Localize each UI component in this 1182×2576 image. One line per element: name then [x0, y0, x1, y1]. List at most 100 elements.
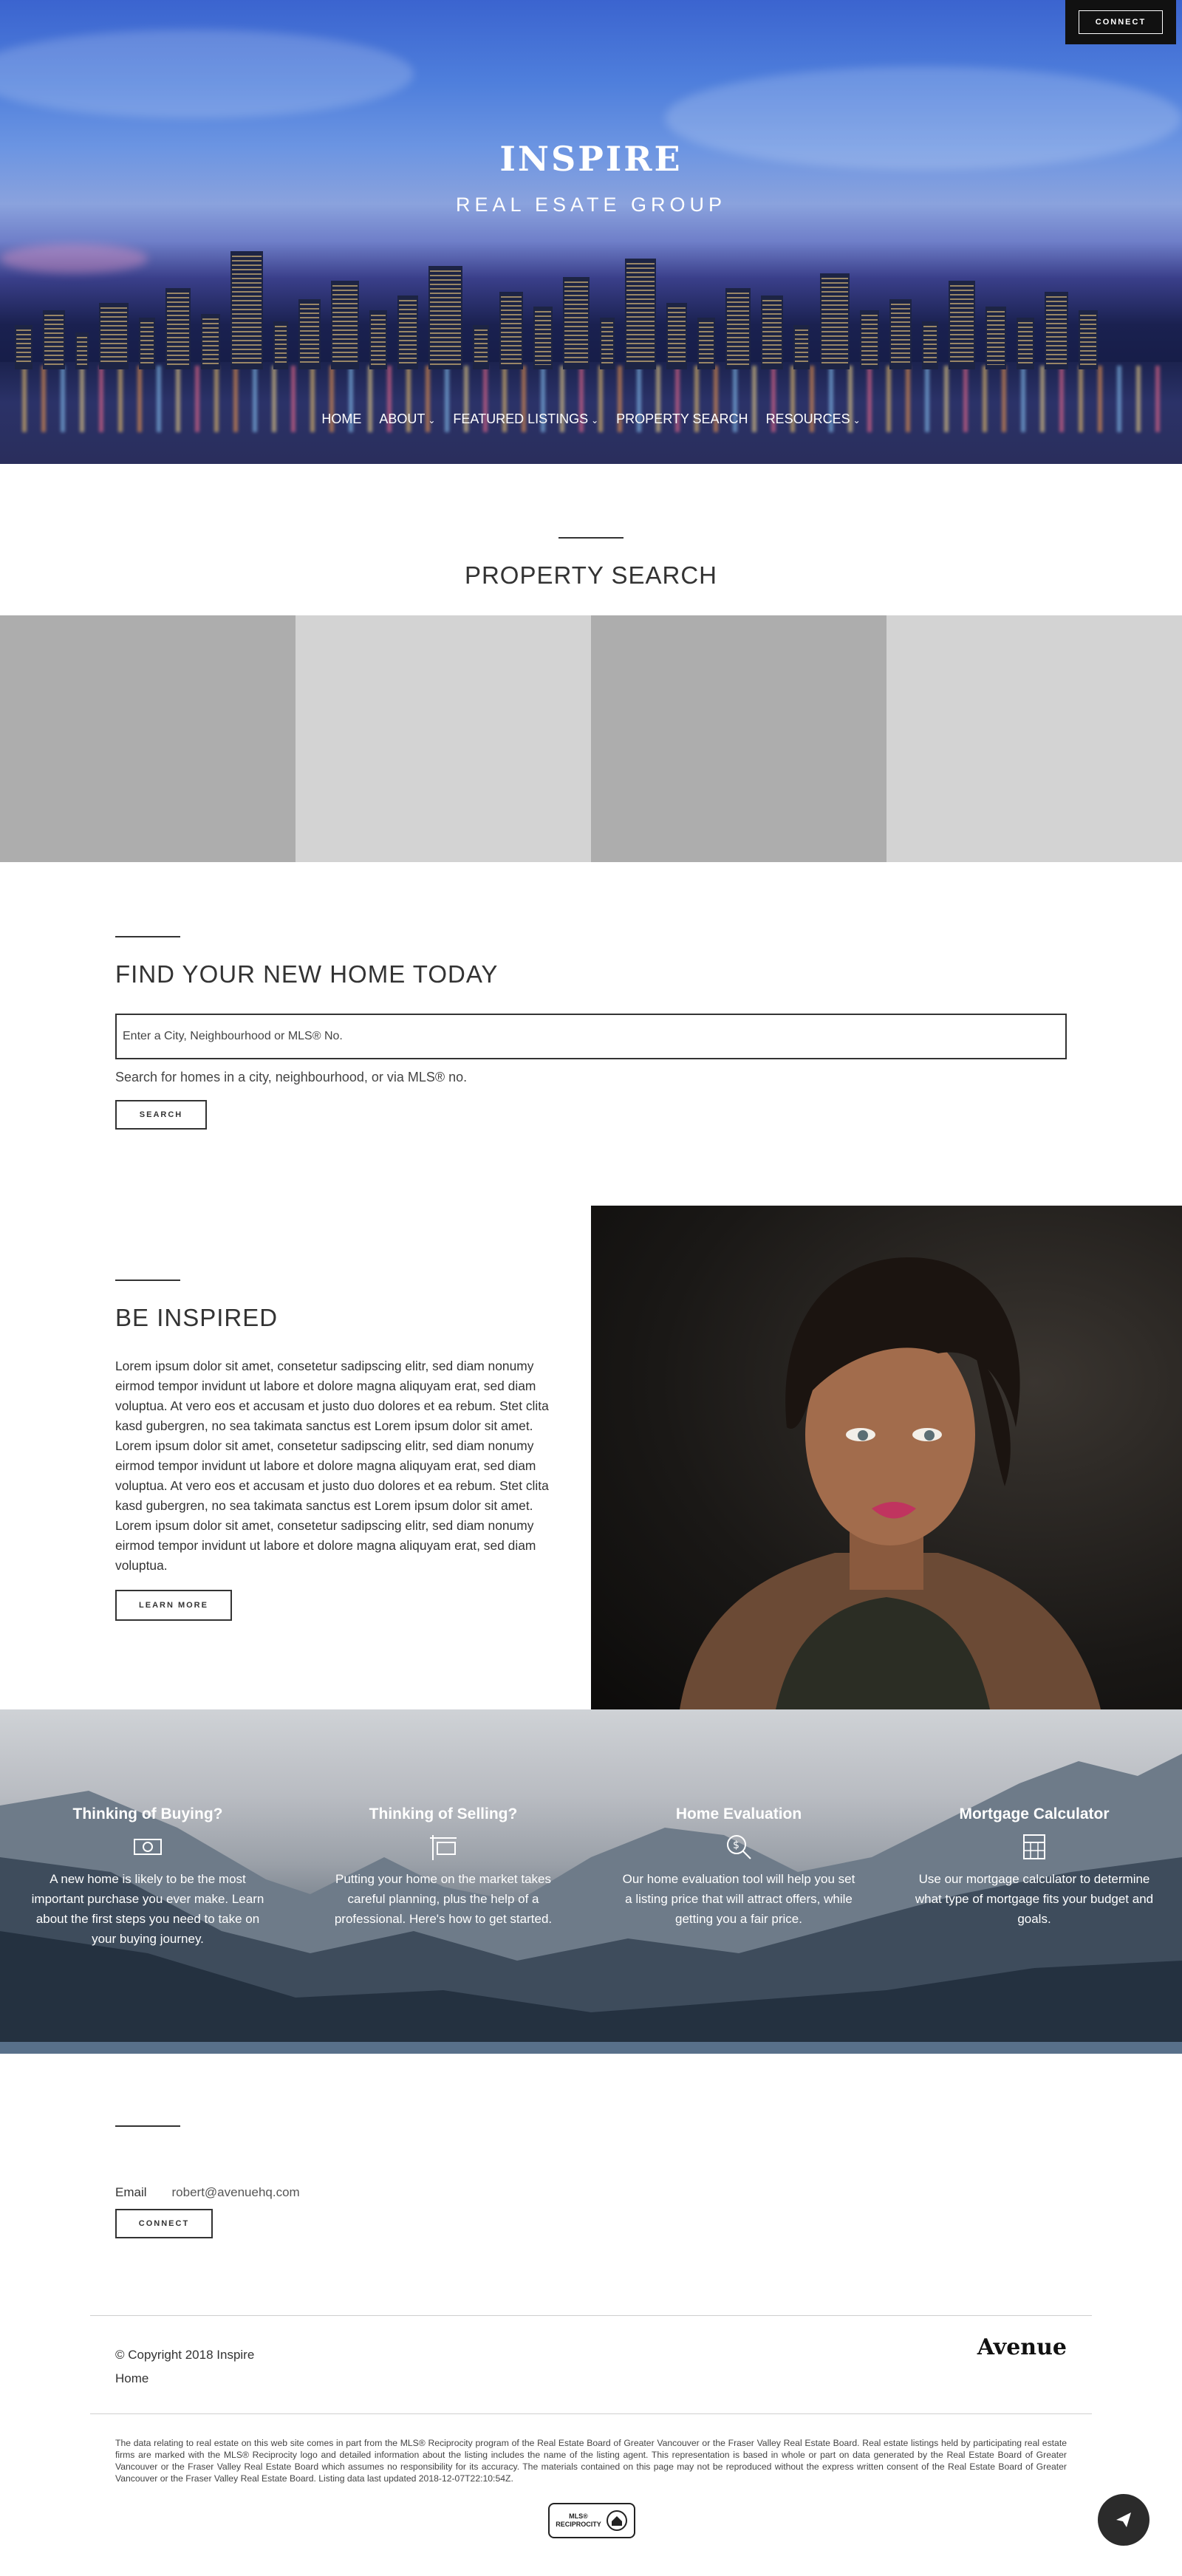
building-windows: [668, 307, 686, 365]
search-hint: Search for homes in a city, neighbourhoo…: [115, 1070, 468, 1084]
nav-label: FEATURED LISTINGS: [453, 411, 589, 426]
footer-left: © Copyright 2018 Inspire Home: [115, 2343, 254, 2391]
send-message-button[interactable]: [1098, 2494, 1149, 2546]
building: [273, 321, 288, 369]
building-windows: [77, 337, 87, 365]
service-description: Putting your home on the market takes ca…: [334, 1872, 553, 1926]
building: [860, 310, 879, 369]
building-windows: [762, 300, 782, 365]
service-selling[interactable]: Thinking of Selling? Putting your home o…: [296, 1805, 591, 1929]
building: [230, 251, 263, 369]
building-windows: [950, 285, 974, 365]
nav-item-about[interactable]: ABOUT ⌄: [379, 411, 435, 427]
service-title: Thinking of Buying?: [72, 1805, 223, 1822]
site-title: INSPIRE: [499, 139, 683, 179]
building: [1045, 292, 1068, 369]
building-windows: [44, 315, 64, 365]
building-windows: [300, 304, 319, 365]
property-tiles: [0, 615, 1182, 862]
nav-label: RESOURCES: [765, 411, 850, 426]
paper-plane-icon: [1116, 2512, 1131, 2527]
nav-item-home[interactable]: HOME: [321, 411, 361, 427]
service-home-evaluation[interactable]: Home Evaluation $ Our home evaluation to…: [591, 1805, 886, 1929]
contact-connect-button[interactable]: CONNECT: [115, 2209, 213, 2238]
nav-item-resources[interactable]: RESOURCES ⌄: [766, 411, 861, 427]
building: [165, 288, 191, 369]
section-divider: [115, 1280, 180, 1281]
building: [1079, 310, 1098, 369]
main-nav: HOME ABOUT ⌄ FEATURED LISTINGS ⌄ PROPERTY …: [0, 411, 1182, 427]
be-inspired-heading: BE INSPIRED: [115, 1304, 279, 1331]
building-windows: [891, 304, 910, 365]
building: [428, 266, 462, 369]
nav-item-property-search[interactable]: PROPERTY SEARCH: [616, 411, 748, 427]
copyright-text: © Copyright 2018 Inspire: [115, 2348, 255, 2362]
building-windows: [987, 311, 1005, 365]
property-tile[interactable]: [886, 615, 1182, 862]
nav-label: ABOUT: [379, 411, 426, 426]
footer-home-link[interactable]: Home: [115, 2367, 254, 2391]
building-windows: [699, 322, 714, 365]
building: [1017, 318, 1034, 369]
service-description: A new home is likely to be the most impo…: [31, 1872, 264, 1946]
building-windows: [16, 329, 31, 365]
section-divider: [115, 2125, 180, 2127]
mls-reciprocity-logo: MLS® RECIPROCITY: [548, 2503, 635, 2538]
search-placeholder: Enter a City, Neighbourhood or MLS® No.: [123, 1030, 343, 1042]
building: [473, 325, 489, 369]
building-windows: [399, 300, 417, 365]
building-windows: [535, 311, 551, 365]
find-home-heading: FIND YOUR NEW HOME TODAY: [115, 960, 499, 988]
building: [397, 295, 418, 369]
building-windows: [727, 293, 749, 365]
building-windows: [821, 278, 848, 365]
building: [331, 281, 359, 369]
footer-divider: [90, 2413, 1092, 2414]
building: [15, 325, 33, 369]
footer-divider: [90, 2315, 1092, 2316]
search-dollar-icon: $: [722, 1832, 755, 1862]
learn-more-button[interactable]: LEARN MORE: [115, 1590, 232, 1621]
building: [793, 325, 810, 369]
mls-disclaimer: The data relating to real estate on this…: [115, 2438, 1067, 2484]
service-description: Use our mortgage calculator to determine…: [915, 1872, 1154, 1926]
building-windows: [474, 329, 488, 365]
woman-portrait-image: [591, 1206, 1182, 1709]
service-mortgage-calculator[interactable]: Mortgage Calculator Use our mortgage cal…: [886, 1805, 1182, 1929]
connect-button[interactable]: CONNECT: [1078, 10, 1164, 34]
building: [922, 321, 938, 369]
property-tile[interactable]: [0, 615, 296, 862]
nav-item-featured-listings[interactable]: FEATURED LISTINGS ⌄: [453, 411, 598, 427]
service-title: Mortgage Calculator: [959, 1805, 1110, 1822]
property-tile[interactable]: [296, 615, 591, 862]
avenue-logo[interactable]: Avenue: [977, 2334, 1067, 2360]
building-windows: [371, 315, 386, 365]
email-link[interactable]: robert@avenuehq.com: [172, 2185, 300, 2200]
building: [499, 292, 523, 369]
nav-label: HOME: [321, 411, 362, 426]
building: [761, 295, 783, 369]
property-search-heading: PROPERTY SEARCH: [464, 561, 718, 589]
building: [563, 277, 590, 369]
building-windows: [861, 315, 878, 365]
be-inspired-body: Lorem ipsum dolor sit amet, consetetur s…: [115, 1359, 549, 1573]
building-windows: [501, 296, 522, 365]
building: [985, 307, 1006, 369]
service-title: Home Evaluation: [675, 1805, 802, 1822]
building: [75, 332, 89, 369]
mls-logo-line: RECIPROCITY: [556, 2521, 601, 2528]
building-windows: [626, 263, 655, 365]
site-subtitle: REAL ESATE GROUP: [455, 194, 727, 216]
chevron-down-icon: ⌄: [591, 415, 599, 426]
search-button[interactable]: SEARCH: [115, 1100, 207, 1130]
property-tile[interactable]: [591, 615, 886, 862]
top-connect-bar: CONNECT: [1065, 0, 1176, 44]
sign-icon: [427, 1832, 460, 1862]
services-band: Thinking of Buying? A new home is likely…: [0, 1709, 1182, 2054]
location-search-input[interactable]: Enter a City, Neighbourhood or MLS® No.: [115, 1014, 1067, 1059]
service-buying[interactable]: Thinking of Buying? A new home is likely…: [0, 1805, 296, 1949]
building-windows: [795, 329, 808, 365]
house-icon: [606, 2510, 627, 2531]
building-windows: [332, 285, 358, 365]
building: [533, 307, 553, 369]
